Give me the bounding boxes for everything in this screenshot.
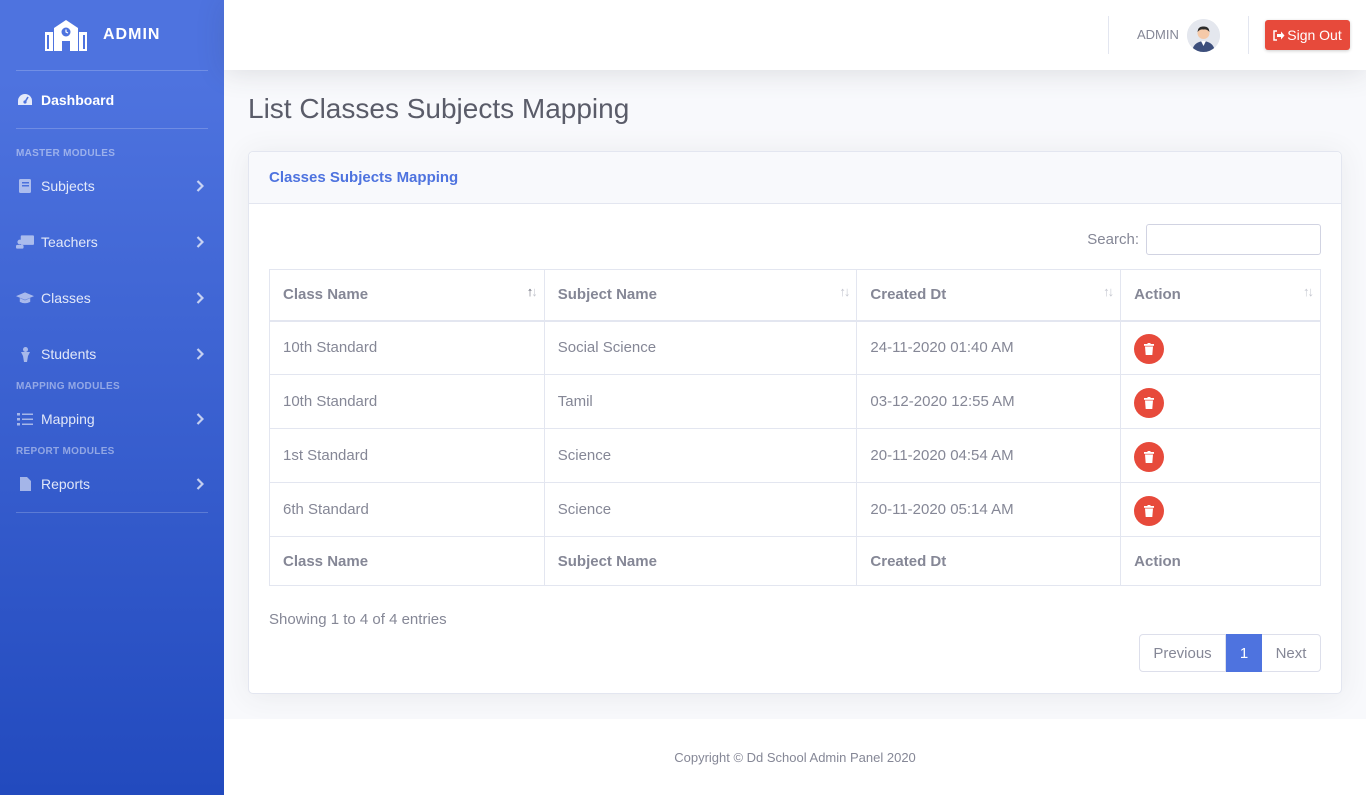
cell-action <box>1120 374 1321 429</box>
cell-created-dt: 20-11-2020 05:14 AM <box>856 482 1122 537</box>
copyright-text: Copyright © Dd School Admin Panel 2020 <box>674 749 916 765</box>
previous-button[interactable]: Previous <box>1139 634 1226 672</box>
pagination: Previous 1 Next <box>1139 634 1321 672</box>
cell-action <box>1120 320 1321 375</box>
footer: Copyright © Dd School Admin Panel 2020 <box>224 719 1366 795</box>
cell-subject-name: Science <box>543 482 858 537</box>
sidebar-item-label: Reports <box>41 476 91 492</box>
sidebar-divider <box>16 128 208 129</box>
chevron-right-icon <box>196 348 204 360</box>
cell-subject-name: Tamil <box>543 374 858 429</box>
column-header-action[interactable]: Action ↑↓ <box>1120 269 1321 322</box>
sidebar-item-mapping[interactable]: Mapping <box>0 391 224 447</box>
tasks-icon <box>16 412 34 426</box>
chalkboard-teacher-icon <box>16 235 34 249</box>
search-label: Search: <box>1087 231 1139 248</box>
column-header-created-dt[interactable]: Created Dt ↑↓ <box>856 269 1122 322</box>
school-icon <box>44 18 88 52</box>
table-footer-row: Class Name Subject Name Created Dt Actio… <box>269 536 1321 586</box>
sidebar-item-label: Subjects <box>41 178 95 194</box>
search-input[interactable] <box>1146 224 1321 255</box>
footer-action: Action <box>1120 536 1321 586</box>
cell-class-name: 6th Standard <box>269 482 545 537</box>
footer-class-name: Class Name <box>269 536 545 586</box>
sidebar-item-label: Dashboard <box>41 91 115 108</box>
cell-created-dt: 20-11-2020 04:54 AM <box>856 428 1122 483</box>
sort-icon: ↑↓ <box>1103 284 1114 299</box>
chevron-right-icon <box>196 478 204 490</box>
sort-icon: ↑↓ <box>839 284 850 299</box>
table-row: 10th Standard Tamil 03-12-2020 12:55 AM <box>269 374 1321 429</box>
cell-action <box>1120 482 1321 537</box>
topbar-divider <box>1248 16 1249 54</box>
delete-button[interactable] <box>1134 441 1165 472</box>
brand[interactable]: ADMIN <box>0 0 224 70</box>
page-1-button[interactable]: 1 <box>1226 634 1262 672</box>
tachometer-icon <box>16 93 33 107</box>
table-row: 6th Standard Science 20-11-2020 05:14 AM <box>269 482 1321 537</box>
cell-class-name: 1st Standard <box>269 428 545 483</box>
topbar-divider <box>1108 16 1109 54</box>
sidebar-item-label: Students <box>41 346 97 362</box>
footer-subject-name: Subject Name <box>543 536 858 586</box>
file-icon <box>16 477 34 491</box>
cell-created-dt: 03-12-2020 12:55 AM <box>856 374 1122 429</box>
search-box: Search: <box>1087 224 1321 255</box>
chevron-right-icon <box>196 292 204 304</box>
brand-name: ADMIN <box>103 26 161 43</box>
sidebar-item-subjects[interactable]: Subjects <box>0 158 224 214</box>
table-info: Showing 1 to 4 of 4 entries <box>269 611 447 628</box>
sort-icon: ↑↓ <box>526 284 538 299</box>
cell-subject-name: Social Science <box>543 320 858 375</box>
cell-class-name: 10th Standard <box>269 374 545 429</box>
next-button[interactable]: Next <box>1262 634 1321 672</box>
sort-icon: ↑↓ <box>1303 284 1314 299</box>
sidebar-divider <box>16 512 208 513</box>
avatar[interactable] <box>1187 19 1220 52</box>
sidebar-item-dashboard[interactable]: Dashboard <box>0 71 224 128</box>
sidebar-item-label: Teachers <box>41 234 98 250</box>
trash-icon <box>1144 342 1155 355</box>
delete-button[interactable] <box>1134 387 1165 418</box>
trash-icon <box>1144 504 1155 517</box>
trash-icon <box>1144 396 1155 409</box>
card-title: Classes Subjects Mapping <box>249 152 1341 204</box>
sidebar: ADMIN Dashboard MASTER MODULES Subjects … <box>0 0 224 795</box>
cell-action <box>1120 428 1321 483</box>
mapping-table: Class Name ↑↓ Subject Name ↑↓ Created Dt ↑↓… <box>269 269 1321 586</box>
table-header-row: Class Name ↑↓ Subject Name ↑↓ Created Dt ↑↓… <box>269 269 1321 322</box>
user-name[interactable]: ADMIN <box>1137 27 1179 42</box>
chevron-right-icon <box>196 180 204 192</box>
table-row: 10th Standard Social Science 24-11-2020 … <box>269 320 1321 375</box>
sign-out-button[interactable]: Sign Out <box>1265 20 1350 50</box>
page-title: List Classes Subjects Mapping <box>248 93 630 124</box>
sign-out-icon <box>1273 29 1285 41</box>
sign-out-label: Sign Out <box>1287 27 1342 43</box>
table-row: 1st Standard Science 20-11-2020 04:54 AM <box>269 428 1321 483</box>
sidebar-item-classes[interactable]: Classes <box>0 270 224 326</box>
sidebar-item-label: Classes <box>41 290 91 306</box>
topbar: ADMIN Sign Out <box>224 0 1366 70</box>
cell-subject-name: Science <box>543 428 858 483</box>
sidebar-item-teachers[interactable]: Teachers <box>0 214 224 270</box>
sidebar-item-reports[interactable]: Reports <box>0 456 224 512</box>
cell-class-name: 10th Standard <box>269 320 545 375</box>
sidebar-item-label: Mapping <box>41 411 95 427</box>
column-header-class-name[interactable]: Class Name ↑↓ <box>269 269 545 322</box>
cell-created-dt: 24-11-2020 01:40 AM <box>856 320 1122 375</box>
trash-icon <box>1144 450 1155 463</box>
mapping-card: Classes Subjects Mapping Search: Class N… <box>248 151 1342 694</box>
graduation-cap-icon <box>16 291 34 305</box>
chevron-right-icon <box>196 236 204 248</box>
column-header-subject-name[interactable]: Subject Name ↑↓ <box>543 269 858 322</box>
chevron-right-icon <box>196 413 204 425</box>
delete-button[interactable] <box>1134 333 1165 364</box>
book-icon <box>16 179 34 193</box>
delete-button[interactable] <box>1134 495 1165 526</box>
sidebar-item-students[interactable]: Students <box>0 326 224 382</box>
footer-created-dt: Created Dt <box>856 536 1122 586</box>
user-icon <box>16 346 34 362</box>
